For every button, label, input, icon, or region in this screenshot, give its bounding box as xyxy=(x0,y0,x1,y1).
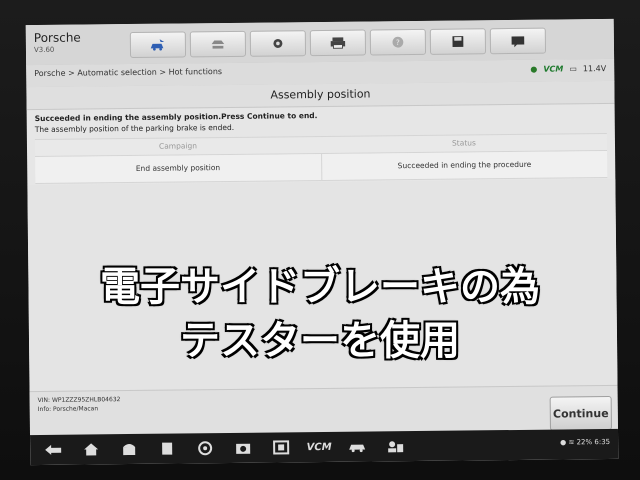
battery-icon: ▭ xyxy=(569,64,577,74)
vehicle-info: VIN: WP1ZZZ95ZHLB04632 Info: Porsche/Mac… xyxy=(38,395,121,414)
screenshot-button[interactable] xyxy=(268,438,294,456)
connection-status: ● VCM ▭ 11.4V xyxy=(530,64,606,74)
navbar-icons: VCM xyxy=(40,437,408,459)
android-icon xyxy=(123,444,136,456)
caption-overlay: 電子サイドブレーキの為 テスターを使用 xyxy=(0,260,640,368)
system-status: ● ≋ 22% 6:35 xyxy=(560,438,610,447)
page-title: Assembly position xyxy=(26,80,615,111)
message-line-2: The assembly position of the parking bra… xyxy=(34,122,235,135)
camera-icon xyxy=(236,443,251,454)
chrome-button[interactable] xyxy=(192,439,218,457)
message-button[interactable] xyxy=(489,27,547,55)
home-vehicle-button[interactable] xyxy=(129,31,187,58)
continue-button[interactable]: Continue xyxy=(549,395,612,431)
recents-icon xyxy=(162,442,173,455)
save-button[interactable] xyxy=(429,28,487,55)
chrome-icon xyxy=(198,441,213,456)
column-header-status: Status xyxy=(451,138,476,148)
vehicle-lift-icon xyxy=(211,40,225,49)
cell-campaign: End assembly position xyxy=(135,163,221,173)
home-button[interactable] xyxy=(78,440,104,458)
vin-text: VIN: WP1ZZZ95ZHLB04632 xyxy=(37,396,121,404)
info-text: Info: Porsche/Macan xyxy=(37,405,99,413)
app-version: V3.60 xyxy=(33,45,55,55)
result-message: Succeeded in ending the assembly positio… xyxy=(35,110,318,135)
vcm-nav-label: VCM xyxy=(306,441,332,453)
battery-percent: 22% xyxy=(576,438,593,447)
screenshot-icon xyxy=(273,440,290,455)
vehicle-button[interactable] xyxy=(344,438,370,456)
breadcrumb: Porsche > Automatic selection > Hot func… xyxy=(34,67,223,79)
home-vehicle-icon xyxy=(150,39,165,51)
car-icon xyxy=(349,444,366,453)
save-icon xyxy=(452,36,464,48)
vehicle-lift-button[interactable] xyxy=(189,30,247,58)
back-button[interactable] xyxy=(40,441,66,459)
remote-button[interactable] xyxy=(382,437,408,455)
remote-support-icon xyxy=(388,441,404,453)
toolbar: ? xyxy=(129,27,547,58)
gear-icon xyxy=(273,38,283,48)
app-name: Porsche xyxy=(33,30,81,46)
printer-icon xyxy=(330,37,346,49)
tablet-screen: Porsche V3.60 ? Porsche > Automatic sele… xyxy=(25,18,619,466)
result-table: Campaign Status End assembly position Su… xyxy=(34,133,608,184)
footer: VIN: WP1ZZZ95ZHLB04632 Info: Porsche/Mac… xyxy=(29,384,618,437)
caption-line-1: 電子サイドブレーキの為 xyxy=(100,264,540,310)
wifi-icon: ≋ xyxy=(568,438,575,447)
message-icon xyxy=(511,36,525,48)
print-button[interactable] xyxy=(309,29,367,57)
help-icon: ? xyxy=(392,36,404,48)
android-button[interactable] xyxy=(116,440,142,458)
help-button[interactable]: ? xyxy=(369,28,427,56)
vcm-status: VCM xyxy=(543,64,564,74)
voltage-readout: 11.4V xyxy=(582,64,607,74)
camera-button[interactable] xyxy=(230,439,256,457)
caption-line-2: テスターを使用 xyxy=(180,318,460,364)
location-icon: ● xyxy=(560,438,567,447)
brand: Porsche V3.60 xyxy=(34,31,81,54)
back-icon xyxy=(45,444,62,455)
android-navbar: VCM ● ≋ 22% 6:35 xyxy=(30,428,619,466)
home-icon xyxy=(84,443,99,456)
settings-button[interactable] xyxy=(249,30,307,57)
clock: 6:35 xyxy=(594,437,611,447)
vcm-button[interactable]: VCM xyxy=(306,438,332,456)
globe-icon: ● xyxy=(530,64,538,74)
column-header-campaign: Campaign xyxy=(158,141,198,151)
svg-text:?: ? xyxy=(396,38,400,47)
recents-button[interactable] xyxy=(154,439,180,457)
cell-status: Succeeded in ending the procedure xyxy=(320,151,608,181)
